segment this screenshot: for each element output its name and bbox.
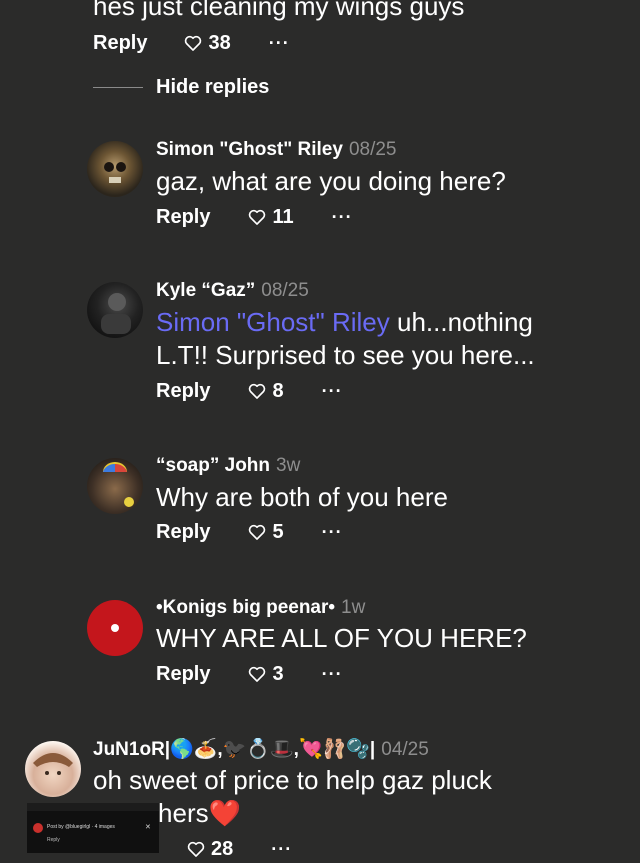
more-options-button[interactable]: ··· <box>269 33 290 54</box>
cartoon-face-icon <box>33 753 73 775</box>
reply-header: •Konigs big peenar• 1w <box>156 597 365 619</box>
like-count: 8 <box>272 379 284 402</box>
soldier-icon <box>101 293 131 334</box>
comment-text-line: L.T!! Surprised to see you here... <box>156 340 535 370</box>
like-count: 28 <box>211 837 234 860</box>
more-options-button[interactable]: ··· <box>332 207 353 228</box>
avatar[interactable] <box>25 741 81 797</box>
more-options-button[interactable]: ··· <box>322 522 343 543</box>
comment-actions: Reply 3 ··· <box>156 660 343 688</box>
comment-date: 08/25 <box>261 280 309 301</box>
reply-button[interactable]: Reply <box>156 663 210 686</box>
reply-header: Simon "Ghost" Riley 08/25 <box>156 139 396 161</box>
comment-text: gaz, what are you doing here? <box>156 166 506 196</box>
avatar[interactable] <box>87 141 143 197</box>
comment-header: JuN1oR|🌎🍝,🐦‍⬛💍🎩,💘🩰🫧| 04/25 <box>93 737 429 761</box>
comment-actions: Reply 11 ··· <box>156 203 353 231</box>
like-button[interactable]: 5 <box>247 520 284 544</box>
comment-text-line: uh...nothing <box>389 307 533 337</box>
reply-button[interactable]: Reply <box>156 521 210 544</box>
like-button[interactable]: 11 <box>247 205 294 229</box>
avatar[interactable] <box>87 600 143 656</box>
heart-icon <box>249 666 266 682</box>
avatar[interactable] <box>87 458 143 514</box>
hide-replies-button[interactable]: Hide replies <box>156 76 269 99</box>
author-name[interactable]: •Konigs big peenar• <box>156 597 335 618</box>
author-name[interactable]: JuN1oR|🌎🍝,🐦‍⬛💍🎩,💘🩰🫧| <box>93 739 375 760</box>
comment-date: 3w <box>276 455 301 476</box>
reply-button[interactable]: Reply <box>93 32 147 55</box>
dot-icon <box>111 624 119 632</box>
more-options-button[interactable]: ··· <box>322 381 343 402</box>
like-button[interactable]: 3 <box>247 662 284 686</box>
propeller-hat-icon <box>103 462 134 507</box>
close-icon: ✕ <box>145 824 151 831</box>
author-name[interactable]: Simon "Ghost" Riley <box>156 139 343 160</box>
comment-actions: Reply 8 ··· <box>156 377 343 405</box>
comment-actions: Reply 5 ··· <box>156 518 343 546</box>
comment-actions: 28 ··· <box>186 835 292 863</box>
author-name[interactable]: Kyle “Gaz” <box>156 280 255 301</box>
heart-icon <box>249 524 266 540</box>
thumbnail-reply-text: Reply <box>47 837 60 843</box>
more-options-button[interactable]: ··· <box>271 839 292 860</box>
comment-text: Why are both of you here <box>156 482 448 512</box>
mention-link[interactable]: Simon "Ghost" Riley <box>156 307 390 337</box>
comment-date: 04/25 <box>381 739 429 760</box>
like-count: 38 <box>208 31 231 54</box>
comment-date: 1w <box>341 597 366 618</box>
reply-header: “soap” John 3w <box>156 455 300 477</box>
comment-date: 08/25 <box>348 139 397 160</box>
reply-button[interactable]: Reply <box>156 206 210 229</box>
comment-text: oh sweet of price to help gaz pluck <box>93 765 492 795</box>
thumbnail-post-text: Post by @bluegirlgl · 4 images <box>47 824 115 830</box>
like-count: 3 <box>272 662 284 685</box>
avatar <box>33 823 43 833</box>
like-button[interactable]: 38 <box>183 31 231 55</box>
avatar[interactable] <box>87 282 143 338</box>
heart-icon <box>185 35 202 51</box>
embedded-screenshot[interactable]: Post by @bluegirlgl · 4 images ✕ Reply <box>27 803 159 853</box>
comment-text: Simon "Ghost" Riley uh...nothing <box>156 306 533 339</box>
author-name[interactable]: “soap” John <box>156 455 270 476</box>
like-count: 5 <box>272 520 284 543</box>
comment-text: WHY ARE ALL OF YOU HERE? <box>156 623 527 653</box>
like-button[interactable]: 8 <box>247 379 284 403</box>
heart-icon <box>249 209 266 225</box>
status-bar <box>27 803 159 811</box>
like-count: 11 <box>272 205 294 228</box>
heart-icon <box>249 383 266 399</box>
heart-icon <box>187 841 205 857</box>
reply-button[interactable]: Reply <box>156 380 210 403</box>
like-button[interactable]: 28 <box>186 838 233 861</box>
skull-mask-icon <box>104 162 126 183</box>
divider <box>93 87 143 88</box>
more-options-button[interactable]: ··· <box>322 664 343 685</box>
reply-header: Kyle “Gaz” 08/25 <box>156 280 309 302</box>
comment-actions: Reply 38 ··· <box>93 29 290 57</box>
comment-text: hes just cleaning my wings guys <box>93 0 465 21</box>
